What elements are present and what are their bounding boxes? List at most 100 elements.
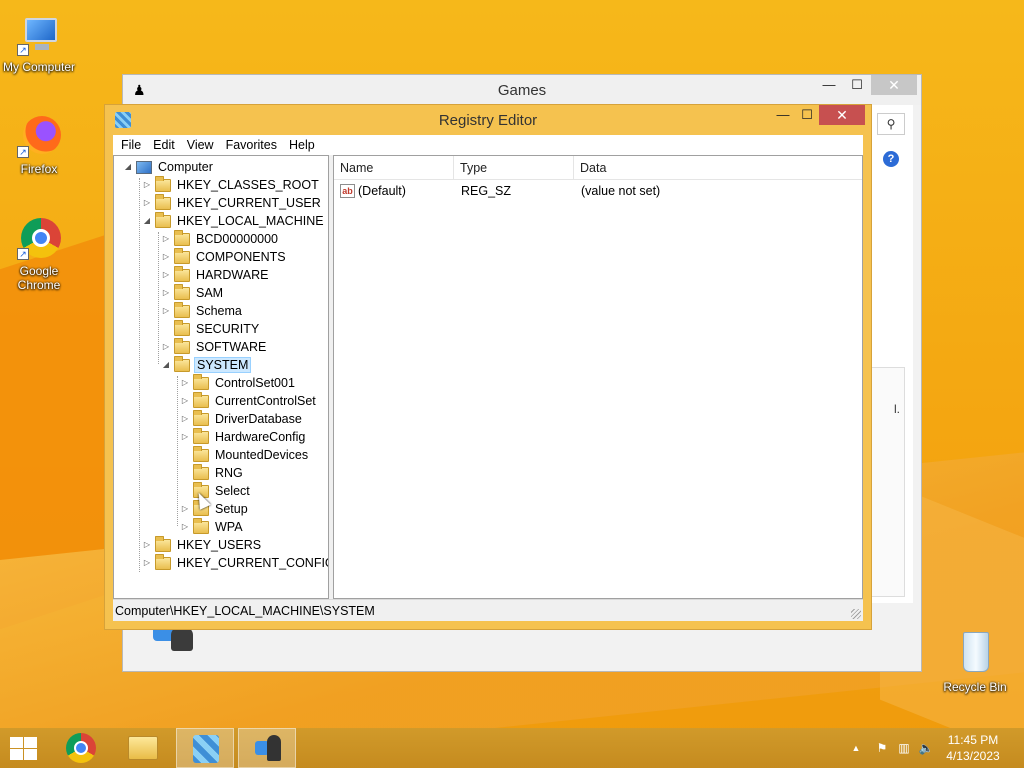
tree-node-setup[interactable]: ▷ Setup xyxy=(179,499,250,518)
value-name: (Default) xyxy=(358,184,406,198)
expand-arrow-icon[interactable]: ▷ xyxy=(179,413,191,425)
flag-icon[interactable]: ⚑ xyxy=(874,740,890,756)
menu-edit[interactable]: Edit xyxy=(147,135,181,155)
tree-node-label: BCD00000000 xyxy=(196,232,279,246)
tree-node-security[interactable]: SECURITY xyxy=(160,319,261,338)
folder-icon xyxy=(193,409,209,426)
regedit-maximize-button[interactable]: ☐ xyxy=(793,105,821,125)
taskbar-chrome[interactable] xyxy=(52,728,110,768)
column-header-name[interactable]: Name xyxy=(334,156,454,180)
collapse-arrow-icon[interactable]: ◢ xyxy=(141,215,153,227)
tree-node-sam[interactable]: ▷ SAM xyxy=(160,283,225,302)
taskbar-file-explorer[interactable] xyxy=(114,728,172,768)
menu-file[interactable]: File xyxy=(115,135,147,155)
tree-node-hkey-current-user[interactable]: ▷ HKEY_CURRENT_USER xyxy=(141,193,323,212)
system-tray: ▲ ⚑ ▥ 🔈 11:45 PM 4/13/2023 xyxy=(824,728,1024,768)
tree-node-hkey-users[interactable]: ▷ HKEY_USERS xyxy=(141,535,263,554)
folder-icon xyxy=(174,265,190,282)
tree-node-components[interactable]: ▷ COMPONENTS xyxy=(160,247,288,266)
desktop-icon-recycle-bin[interactable]: Recycle Bin xyxy=(935,630,1015,694)
resize-grip-icon[interactable] xyxy=(851,609,861,619)
regedit-close-button[interactable]: ✕ xyxy=(819,105,865,125)
games-panel-text: l. xyxy=(894,402,900,416)
expand-arrow-icon[interactable]: ▷ xyxy=(179,503,191,515)
expand-arrow-icon[interactable]: ▷ xyxy=(179,377,191,389)
volume-muted-icon[interactable]: 🔈 xyxy=(918,740,934,756)
tree-node-controlset001[interactable]: ▷ ControlSet001 xyxy=(179,373,297,392)
expand-arrow-icon[interactable]: ▷ xyxy=(179,521,191,533)
expand-arrow-icon[interactable]: ▷ xyxy=(141,557,153,569)
chevron-up-icon[interactable]: ▲ xyxy=(848,740,864,756)
tree-node-label: Select xyxy=(215,484,250,498)
menu-favorites[interactable]: Favorites xyxy=(220,135,283,155)
menu-view[interactable]: View xyxy=(181,135,220,155)
tree-node-label: SECURITY xyxy=(196,322,260,336)
tree-node-hkey-classes-root[interactable]: ▷ HKEY_CLASSES_ROOT xyxy=(141,175,321,194)
tree-node-computer[interactable]: ◢ Computer xyxy=(122,158,215,176)
help-icon[interactable]: ? xyxy=(883,151,899,167)
desktop-icon-my-computer[interactable]: ↗ My Computer xyxy=(0,10,79,74)
tree-node-currentcontrolset[interactable]: ▷ CurrentControlSet xyxy=(179,391,318,410)
expand-arrow-icon[interactable]: ▷ xyxy=(160,305,172,317)
tree-node-label: CurrentControlSet xyxy=(215,394,316,408)
tree-node-hardware[interactable]: ▷ HARDWARE xyxy=(160,265,270,284)
folder-icon xyxy=(193,463,209,480)
tree-node-label: Computer xyxy=(158,160,213,174)
registry-key-tree[interactable]: ◢ Computer ▷ HKEY_CLASSES_ROOT ▷ HKEY_CU… xyxy=(113,155,329,599)
network-icon[interactable]: ▥ xyxy=(896,740,912,756)
start-button[interactable] xyxy=(8,736,38,760)
expand-arrow-icon[interactable]: ▷ xyxy=(160,287,172,299)
games-close-button[interactable]: ✕ xyxy=(871,75,917,95)
clock[interactable]: 11:45 PM 4/13/2023 xyxy=(938,732,1008,764)
tree-node-label: ControlSet001 xyxy=(215,376,295,390)
expand-arrow-icon[interactable]: ▷ xyxy=(179,431,191,443)
menu-bar: File Edit View Favorites Help xyxy=(113,135,863,155)
expand-arrow-icon[interactable]: ▷ xyxy=(179,395,191,407)
folder-icon xyxy=(155,175,171,192)
expand-arrow-icon[interactable]: ▷ xyxy=(141,539,153,551)
tree-node-hkey-current-config[interactable]: ▷ HKEY_CURRENT_CONFIG xyxy=(141,553,328,572)
column-header-data[interactable]: Data xyxy=(574,156,774,180)
expand-arrow-icon[interactable]: ▷ xyxy=(141,179,153,191)
tree-node-software[interactable]: ▷ SOFTWARE xyxy=(160,337,268,356)
tree-node-wpa[interactable]: ▷ WPA xyxy=(179,517,245,536)
search-icon[interactable]: ⚲ xyxy=(877,113,905,135)
tree-node-label: HKEY_CLASSES_ROOT xyxy=(177,178,319,192)
taskbar-games[interactable] xyxy=(238,728,296,768)
registry-values-list[interactable]: Name Type Data ab (Default) REG_SZ (valu… xyxy=(333,155,863,599)
tree-node-system[interactable]: ◢ SYSTEM xyxy=(160,355,252,374)
games-titlebar[interactable]: ♟ Games — ☐ ✕ xyxy=(123,75,921,105)
registry-editor-window[interactable]: Registry Editor — ☐ ✕ File Edit View Fav… xyxy=(104,104,872,630)
folder-icon xyxy=(174,301,190,318)
tree-node-mounteddevices[interactable]: MountedDevices xyxy=(179,445,310,464)
expand-arrow-icon[interactable]: ▷ xyxy=(160,341,172,353)
expand-arrow-icon[interactable]: ▷ xyxy=(141,197,153,209)
status-path: Computer\HKEY_LOCAL_MACHINE\SYSTEM xyxy=(115,604,375,618)
expand-arrow-icon[interactable]: ▷ xyxy=(160,269,172,281)
games-maximize-button[interactable]: ☐ xyxy=(843,75,871,95)
collapse-arrow-icon[interactable]: ◢ xyxy=(122,161,134,173)
desktop-icon-label: Recycle Bin xyxy=(943,680,1007,694)
tree-node-schema[interactable]: ▷ Schema xyxy=(160,301,244,320)
expand-arrow-icon[interactable]: ▷ xyxy=(160,251,172,263)
menu-help[interactable]: Help xyxy=(283,135,321,155)
taskbar-registry-editor[interactable] xyxy=(176,728,234,768)
clock-time: 11:45 PM xyxy=(947,733,999,747)
tree-node-driverdatabase[interactable]: ▷ DriverDatabase xyxy=(179,409,304,428)
collapse-arrow-icon[interactable]: ◢ xyxy=(160,359,172,371)
recycle-bin-icon xyxy=(951,630,999,678)
desktop-icon-firefox[interactable]: ↗ Firefox xyxy=(0,112,79,176)
games-minimize-button[interactable]: — xyxy=(815,75,843,95)
tree-node-select[interactable]: Select xyxy=(179,481,252,500)
desktop-icon-google-chrome[interactable]: ↗ Google Chrome xyxy=(0,214,79,292)
tree-node-hkey-local-machine[interactable]: ◢ HKEY_LOCAL_MACHINE xyxy=(141,211,326,230)
tree-node-rng[interactable]: RNG xyxy=(179,463,245,482)
desktop-icon-label: Google Chrome xyxy=(17,264,61,292)
expand-arrow-icon[interactable]: ▷ xyxy=(160,233,172,245)
tree-node-bcd00000000[interactable]: ▷ BCD00000000 xyxy=(160,229,280,248)
registry-editor-titlebar[interactable]: Registry Editor — ☐ ✕ xyxy=(105,105,871,135)
tree-node-hardwareconfig[interactable]: ▷ HardwareConfig xyxy=(179,427,307,446)
value-row[interactable]: ab (Default) REG_SZ (value not set) xyxy=(334,182,862,200)
column-header-type[interactable]: Type xyxy=(454,156,574,180)
tree-node-label: MountedDevices xyxy=(215,448,309,462)
